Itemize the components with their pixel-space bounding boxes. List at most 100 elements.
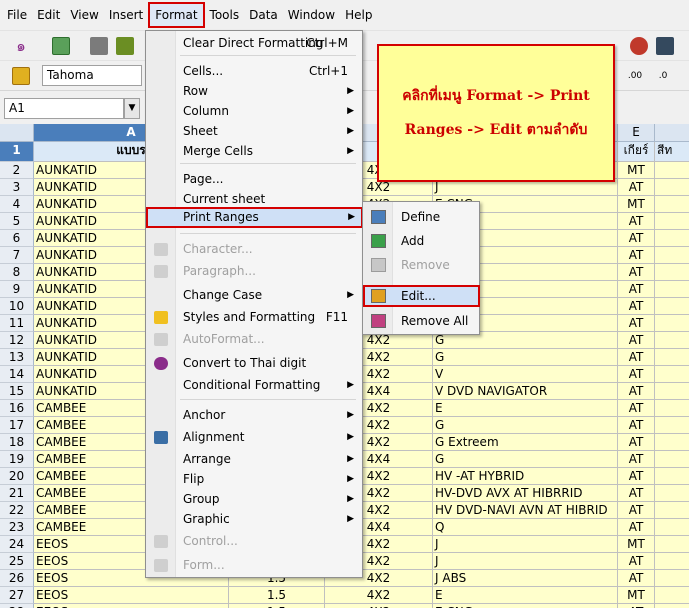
- format-menu-item-arrange[interactable]: Arrange ▶: [148, 449, 360, 470]
- cell-color[interactable]: [655, 315, 689, 332]
- row-header[interactable]: 7: [0, 247, 34, 264]
- cell-detail[interactable]: E: [433, 587, 618, 604]
- row-header[interactable]: 28: [0, 604, 34, 608]
- cell-gear[interactable]: MT: [618, 536, 655, 553]
- cell-color[interactable]: [655, 162, 689, 179]
- cell-detail[interactable]: J: [433, 536, 618, 553]
- row-header[interactable]: 14: [0, 366, 34, 383]
- row-header[interactable]: 12: [0, 332, 34, 349]
- header-cell-color[interactable]: สีท: [655, 142, 689, 162]
- cell-detail[interactable]: J ABS: [433, 570, 618, 587]
- format-menu-item-styles-and-formatting[interactable]: Styles and Formatting F11: [148, 307, 360, 328]
- menu-window[interactable]: Window: [283, 4, 340, 26]
- row-header[interactable]: 3: [0, 179, 34, 196]
- header-cell-gear[interactable]: เกียร์: [618, 142, 655, 162]
- row-header[interactable]: 17: [0, 417, 34, 434]
- cell-color[interactable]: [655, 247, 689, 264]
- cell-color[interactable]: [655, 349, 689, 366]
- cell-gear[interactable]: AT: [618, 502, 655, 519]
- font-size-decrease-icon[interactable]: .0: [654, 67, 672, 85]
- cell-color[interactable]: [655, 298, 689, 315]
- row-header[interactable]: 22: [0, 502, 34, 519]
- row-header[interactable]: 10: [0, 298, 34, 315]
- cell-detail[interactable]: V DVD NAVIGATOR: [433, 383, 618, 400]
- edit-style-icon[interactable]: [656, 37, 674, 55]
- cell-gear[interactable]: AT: [618, 264, 655, 281]
- cell-engine[interactable]: 1.5: [229, 587, 325, 604]
- cell-color[interactable]: [655, 553, 689, 570]
- menu-format[interactable]: Format: [148, 2, 205, 28]
- cell-detail[interactable]: HV DVD-NAVI AVN AT HIBRID: [433, 502, 618, 519]
- cell-detail[interactable]: G: [433, 417, 618, 434]
- cell-color[interactable]: [655, 400, 689, 417]
- cell-model[interactable]: EEOS: [34, 587, 229, 604]
- cell-color[interactable]: [655, 264, 689, 281]
- styles-palette-icon[interactable]: [12, 67, 30, 85]
- cell-color[interactable]: [655, 485, 689, 502]
- menu-insert[interactable]: Insert: [104, 4, 148, 26]
- row-header[interactable]: 16: [0, 400, 34, 417]
- format-menu-item-flip[interactable]: Flip ▶: [148, 469, 360, 490]
- cell-gear[interactable]: AT: [618, 553, 655, 570]
- cell-gear[interactable]: AT: [618, 400, 655, 417]
- cell-detail[interactable]: HV-DVD AVX AT HIBRRID: [433, 485, 618, 502]
- save-icon[interactable]: [116, 37, 134, 55]
- format-menu-item-anchor[interactable]: Anchor ▶: [148, 405, 360, 426]
- row-header[interactable]: 2: [0, 162, 34, 179]
- font-size-increase-icon[interactable]: .00: [626, 67, 644, 85]
- cell-gear[interactable]: AT: [618, 230, 655, 247]
- cell-color[interactable]: [655, 179, 689, 196]
- format-menu-item-merge-cells[interactable]: Merge Cells ▶: [148, 141, 360, 162]
- format-menu-item-sheet[interactable]: Sheet ▶: [148, 121, 360, 142]
- cell-gear[interactable]: AT: [618, 468, 655, 485]
- row-header[interactable]: 13: [0, 349, 34, 366]
- cell-engine[interactable]: 1.5: [229, 604, 325, 608]
- format-menu-item-paragraph[interactable]: Paragraph...: [148, 261, 360, 282]
- cell-color[interactable]: [655, 332, 689, 349]
- cell-gear[interactable]: AT: [618, 451, 655, 468]
- row-header[interactable]: 9: [0, 281, 34, 298]
- cell-color[interactable]: [655, 502, 689, 519]
- format-menu-item-conditional-formatting[interactable]: Conditional Formatting ▶: [148, 375, 360, 396]
- cell-gear[interactable]: AT: [618, 281, 655, 298]
- format-menu-item-convert-to-thai-digit[interactable]: Convert to Thai digit: [148, 353, 360, 374]
- format-menu-item-group[interactable]: Group ▶: [148, 489, 360, 510]
- row-header[interactable]: 1: [0, 142, 34, 162]
- cell-gear[interactable]: MT: [618, 162, 655, 179]
- format-menu-item-change-case[interactable]: Change Case ▶: [148, 285, 360, 306]
- row-header[interactable]: 27: [0, 587, 34, 604]
- row-header[interactable]: 6: [0, 230, 34, 247]
- cell-detail[interactable]: HV -AT HYBRID: [433, 468, 618, 485]
- cell-detail[interactable]: J: [433, 553, 618, 570]
- format-menu-item-clear-direct-formatting[interactable]: Clear Direct Formatting Ctrl+M: [148, 33, 360, 54]
- menu-file[interactable]: File: [2, 4, 32, 26]
- row-header[interactable]: 19: [0, 451, 34, 468]
- cell-gear[interactable]: MT: [618, 587, 655, 604]
- cell-gear[interactable]: AT: [618, 485, 655, 502]
- row-header[interactable]: 25: [0, 553, 34, 570]
- cell-detail[interactable]: E: [433, 400, 618, 417]
- cell-gear[interactable]: AT: [618, 366, 655, 383]
- menu-edit[interactable]: Edit: [32, 4, 65, 26]
- cell-color[interactable]: [655, 536, 689, 553]
- cell-model[interactable]: EEOS: [34, 604, 229, 608]
- cell-drive[interactable]: 4X2: [325, 604, 433, 608]
- cell-gear[interactable]: AT: [618, 349, 655, 366]
- cell-detail[interactable]: V: [433, 366, 618, 383]
- cell-gear[interactable]: AT: [618, 570, 655, 587]
- cell-detail[interactable]: E CNG: [433, 604, 618, 608]
- cell-detail[interactable]: G: [433, 451, 618, 468]
- cell-color[interactable]: [655, 570, 689, 587]
- paintbucket-icon[interactable]: [630, 37, 648, 55]
- name-box-dropdown-icon[interactable]: ▼: [124, 98, 140, 119]
- format-menu-item-cells[interactable]: Cells... Ctrl+1: [148, 61, 360, 82]
- format-menu-item-graphic[interactable]: Graphic ▶: [148, 509, 360, 530]
- row-header[interactable]: 5: [0, 213, 34, 230]
- format-menu-item-autoformat[interactable]: AutoFormat...: [148, 329, 360, 350]
- cell-gear[interactable]: MT: [618, 196, 655, 213]
- cell-color[interactable]: [655, 519, 689, 536]
- cell-color[interactable]: [655, 417, 689, 434]
- menu-help[interactable]: Help: [340, 4, 377, 26]
- cell-gear[interactable]: AT: [618, 298, 655, 315]
- column-header[interactable]: E: [618, 124, 655, 142]
